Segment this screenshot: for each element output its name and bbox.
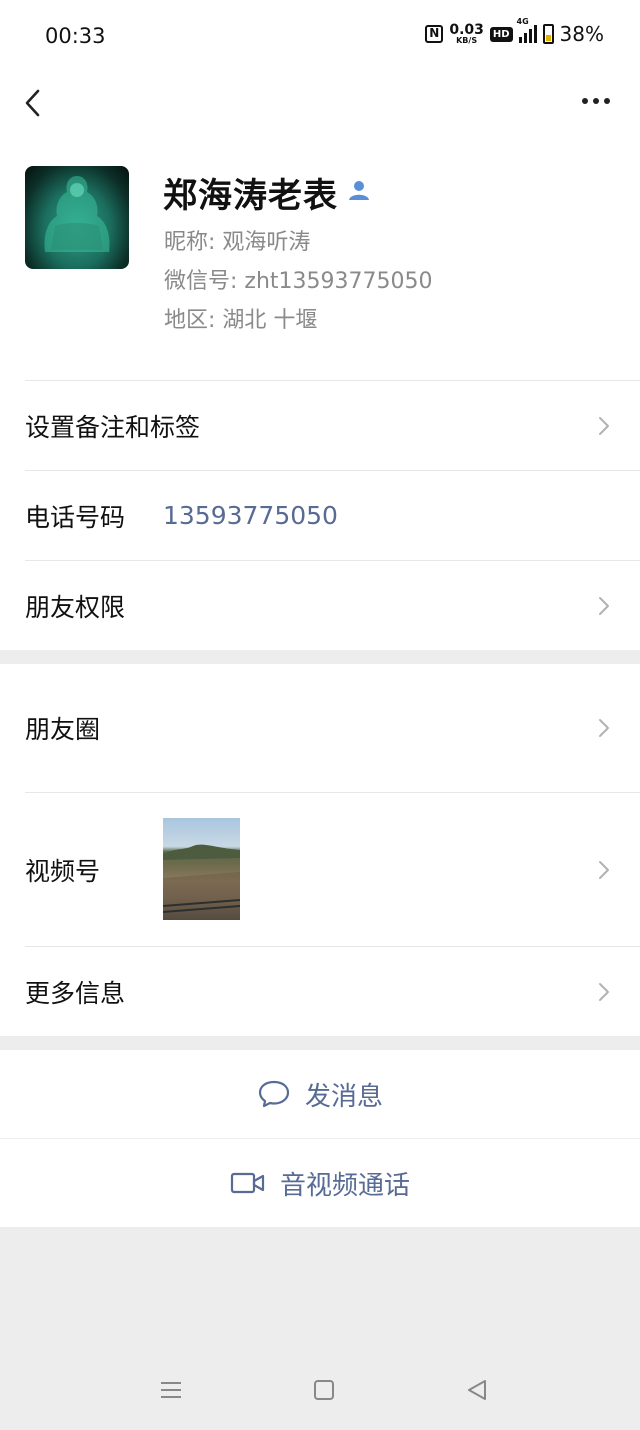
network-speed-unit: KB/S: [456, 36, 478, 45]
remarks-row[interactable]: 设置备注和标签: [25, 380, 640, 470]
phone-label: 电话号码: [25, 502, 126, 532]
wechat-id: 微信号: zht13593775050: [164, 269, 433, 294]
phone-value[interactable]: 13593775050: [163, 501, 338, 530]
hd-icon: HD: [489, 26, 513, 42]
chevron-right-icon: [599, 719, 609, 737]
nav-menu-icon[interactable]: [160, 1380, 182, 1400]
moments-row[interactable]: 朋友圈: [25, 664, 640, 792]
av-call-button[interactable]: 音视频通话: [0, 1139, 640, 1227]
nav-back-icon[interactable]: [466, 1379, 488, 1401]
signal-icon: 4G: [517, 17, 537, 43]
social-section: 朋友圈 视频号 更多信息: [0, 664, 640, 1036]
network-speed: 0.03 KB/S: [449, 23, 484, 45]
network-type: 4G: [516, 17, 529, 26]
av-call-label: 音视频通话: [279, 1170, 410, 1201]
display-name: 郑海涛老表: [163, 176, 338, 216]
region: 地区: 湖北 十堰: [164, 308, 318, 333]
more-icon[interactable]: [582, 98, 610, 104]
system-nav-bar: [0, 1360, 640, 1420]
more-info-row[interactable]: 更多信息: [25, 946, 640, 1036]
chevron-right-icon: [599, 416, 609, 435]
send-message-label: 发消息: [304, 1081, 383, 1112]
video-camera-icon: [230, 1172, 265, 1194]
avatar[interactable]: [25, 166, 129, 269]
phone-row[interactable]: 电话号码 13593775050: [25, 470, 640, 560]
status-bar: 00:33 N 0.03 KB/S HD 4G 38%: [0, 0, 640, 72]
remarks-label: 设置备注和标签: [25, 412, 201, 442]
permissions-row[interactable]: 朋友权限: [25, 560, 640, 650]
channels-thumbnail[interactable]: [163, 818, 240, 920]
status-icons: N 0.03 KB/S HD 4G 38%: [425, 17, 604, 46]
channels-label: 视频号: [25, 856, 101, 886]
nickname: 昵称: 观海听涛: [164, 230, 311, 255]
battery-percent: 38%: [559, 22, 604, 46]
chevron-right-icon: [599, 596, 609, 615]
back-icon[interactable]: [22, 88, 46, 118]
nfc-icon: N: [425, 25, 444, 43]
nav-home-icon[interactable]: [314, 1380, 334, 1400]
channels-row[interactable]: 视频号: [25, 792, 640, 946]
network-speed-value: 0.03: [449, 22, 484, 38]
battery-icon: [542, 24, 554, 44]
more-info-label: 更多信息: [25, 978, 126, 1008]
moments-label: 朋友圈: [25, 715, 101, 744]
chevron-right-icon: [599, 860, 609, 879]
chat-bubble-icon: [258, 1080, 290, 1108]
permissions-label: 朋友权限: [25, 592, 126, 622]
profile-section: 郑海涛老表 昵称: 观海听涛 微信号: zht13593775050 地区: 湖…: [0, 72, 640, 650]
person-icon: [349, 181, 369, 200]
send-message-button[interactable]: 发消息: [0, 1050, 640, 1138]
chevron-right-icon: [599, 982, 609, 1001]
status-time: 00:33: [45, 24, 106, 48]
